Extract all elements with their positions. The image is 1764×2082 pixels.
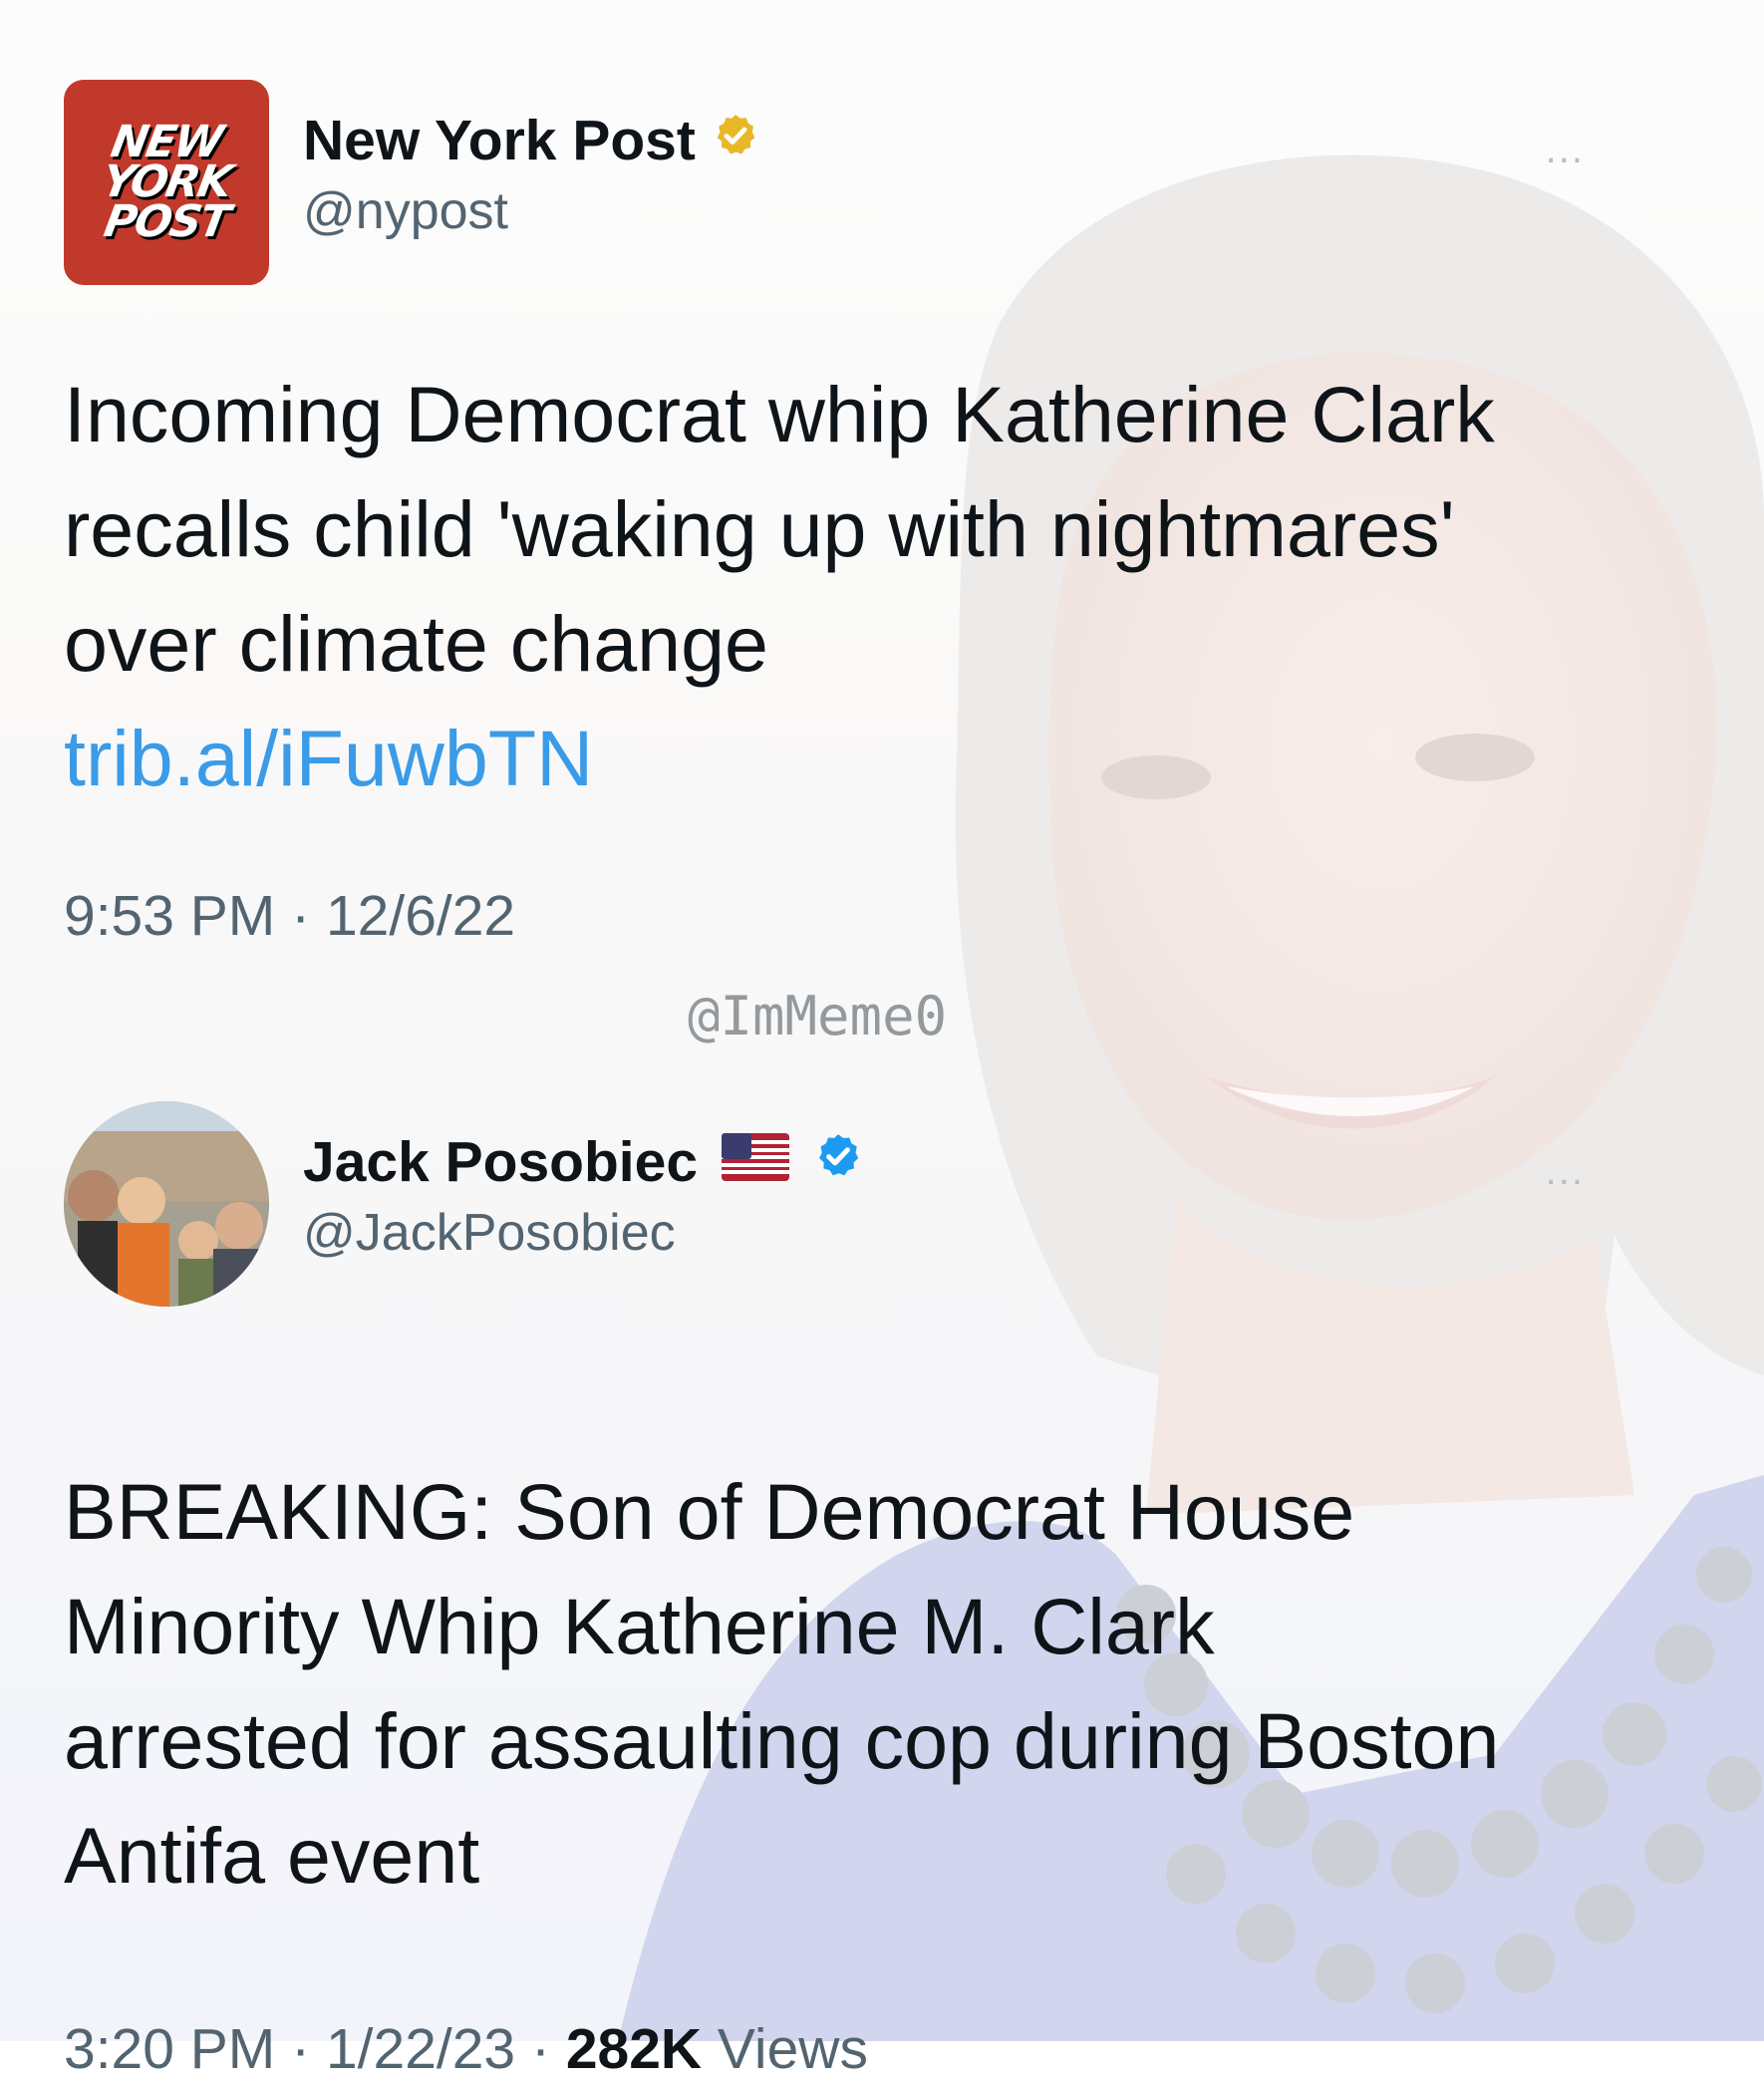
tweet-nypost[interactable]: NEW YORK POST New York Post @nypost ... … <box>64 80 1618 949</box>
author-block: New York Post @nypost <box>303 108 759 241</box>
logo-line: POST <box>100 196 233 247</box>
author-name[interactable]: New York Post <box>303 108 696 173</box>
tweet-timestamp[interactable]: 3:20 PM · 1/22/23 · 282K Views <box>64 2016 1618 2082</box>
tweet-date: 1/22/23 <box>325 2017 516 2081</box>
separator-dot: · <box>291 2017 311 2081</box>
author-name-row[interactable]: Jack Posobiec <box>303 1129 863 1195</box>
tweet-jackposobiec[interactable]: Jack Posobiec @JackPosobiec ... BREAKING… <box>64 1101 1618 2082</box>
gold-verified-badge-icon <box>712 108 759 173</box>
profile-photo-avatar[interactable] <box>64 1101 269 1307</box>
nypost-logo-avatar[interactable]: NEW YORK POST <box>64 80 269 285</box>
author-block: Jack Posobiec @JackPosobiec <box>303 1129 863 1263</box>
us-flag-icon <box>722 1129 790 1195</box>
tweet-time: 3:20 PM <box>64 2017 276 2081</box>
tweet-header: NEW YORK POST New York Post @nypost ... <box>64 80 1618 289</box>
more-options-icon[interactable]: ... <box>1546 1149 1585 1194</box>
tweet-text: BREAKING: Son of Democrat House Minority… <box>64 1467 1500 1900</box>
separator-dot: · <box>530 2017 550 2081</box>
author-handle[interactable]: @JackPosobiec <box>303 1203 863 1263</box>
tweet-link[interactable]: trib.al/iFuwbTN <box>64 701 1509 815</box>
tweet-time: 9:53 PM <box>64 884 276 948</box>
blue-verified-badge-icon <box>813 1129 863 1195</box>
author-name-row[interactable]: New York Post <box>303 108 759 173</box>
tweet-header: Jack Posobiec @JackPosobiec ... <box>64 1101 1618 1311</box>
views-count: 282K <box>565 2017 703 2081</box>
tweet-body-text: Incoming Democrat whip Katherine Clark r… <box>64 370 1495 688</box>
more-options-icon[interactable]: ... <box>1546 128 1585 172</box>
views-label: Views <box>717 2017 868 2081</box>
author-name[interactable]: Jack Posobiec <box>303 1129 698 1195</box>
watermark: @ImMeme0 <box>688 985 948 1047</box>
author-handle[interactable]: @nypost <box>303 181 759 241</box>
tweet-text: Incoming Democrat whip Katherine Clark r… <box>64 357 1509 815</box>
tweet-timestamp[interactable]: 9:53 PM · 12/6/22 <box>64 883 1618 949</box>
tweet-date: 12/6/22 <box>325 884 516 948</box>
separator-dot: · <box>291 884 311 948</box>
